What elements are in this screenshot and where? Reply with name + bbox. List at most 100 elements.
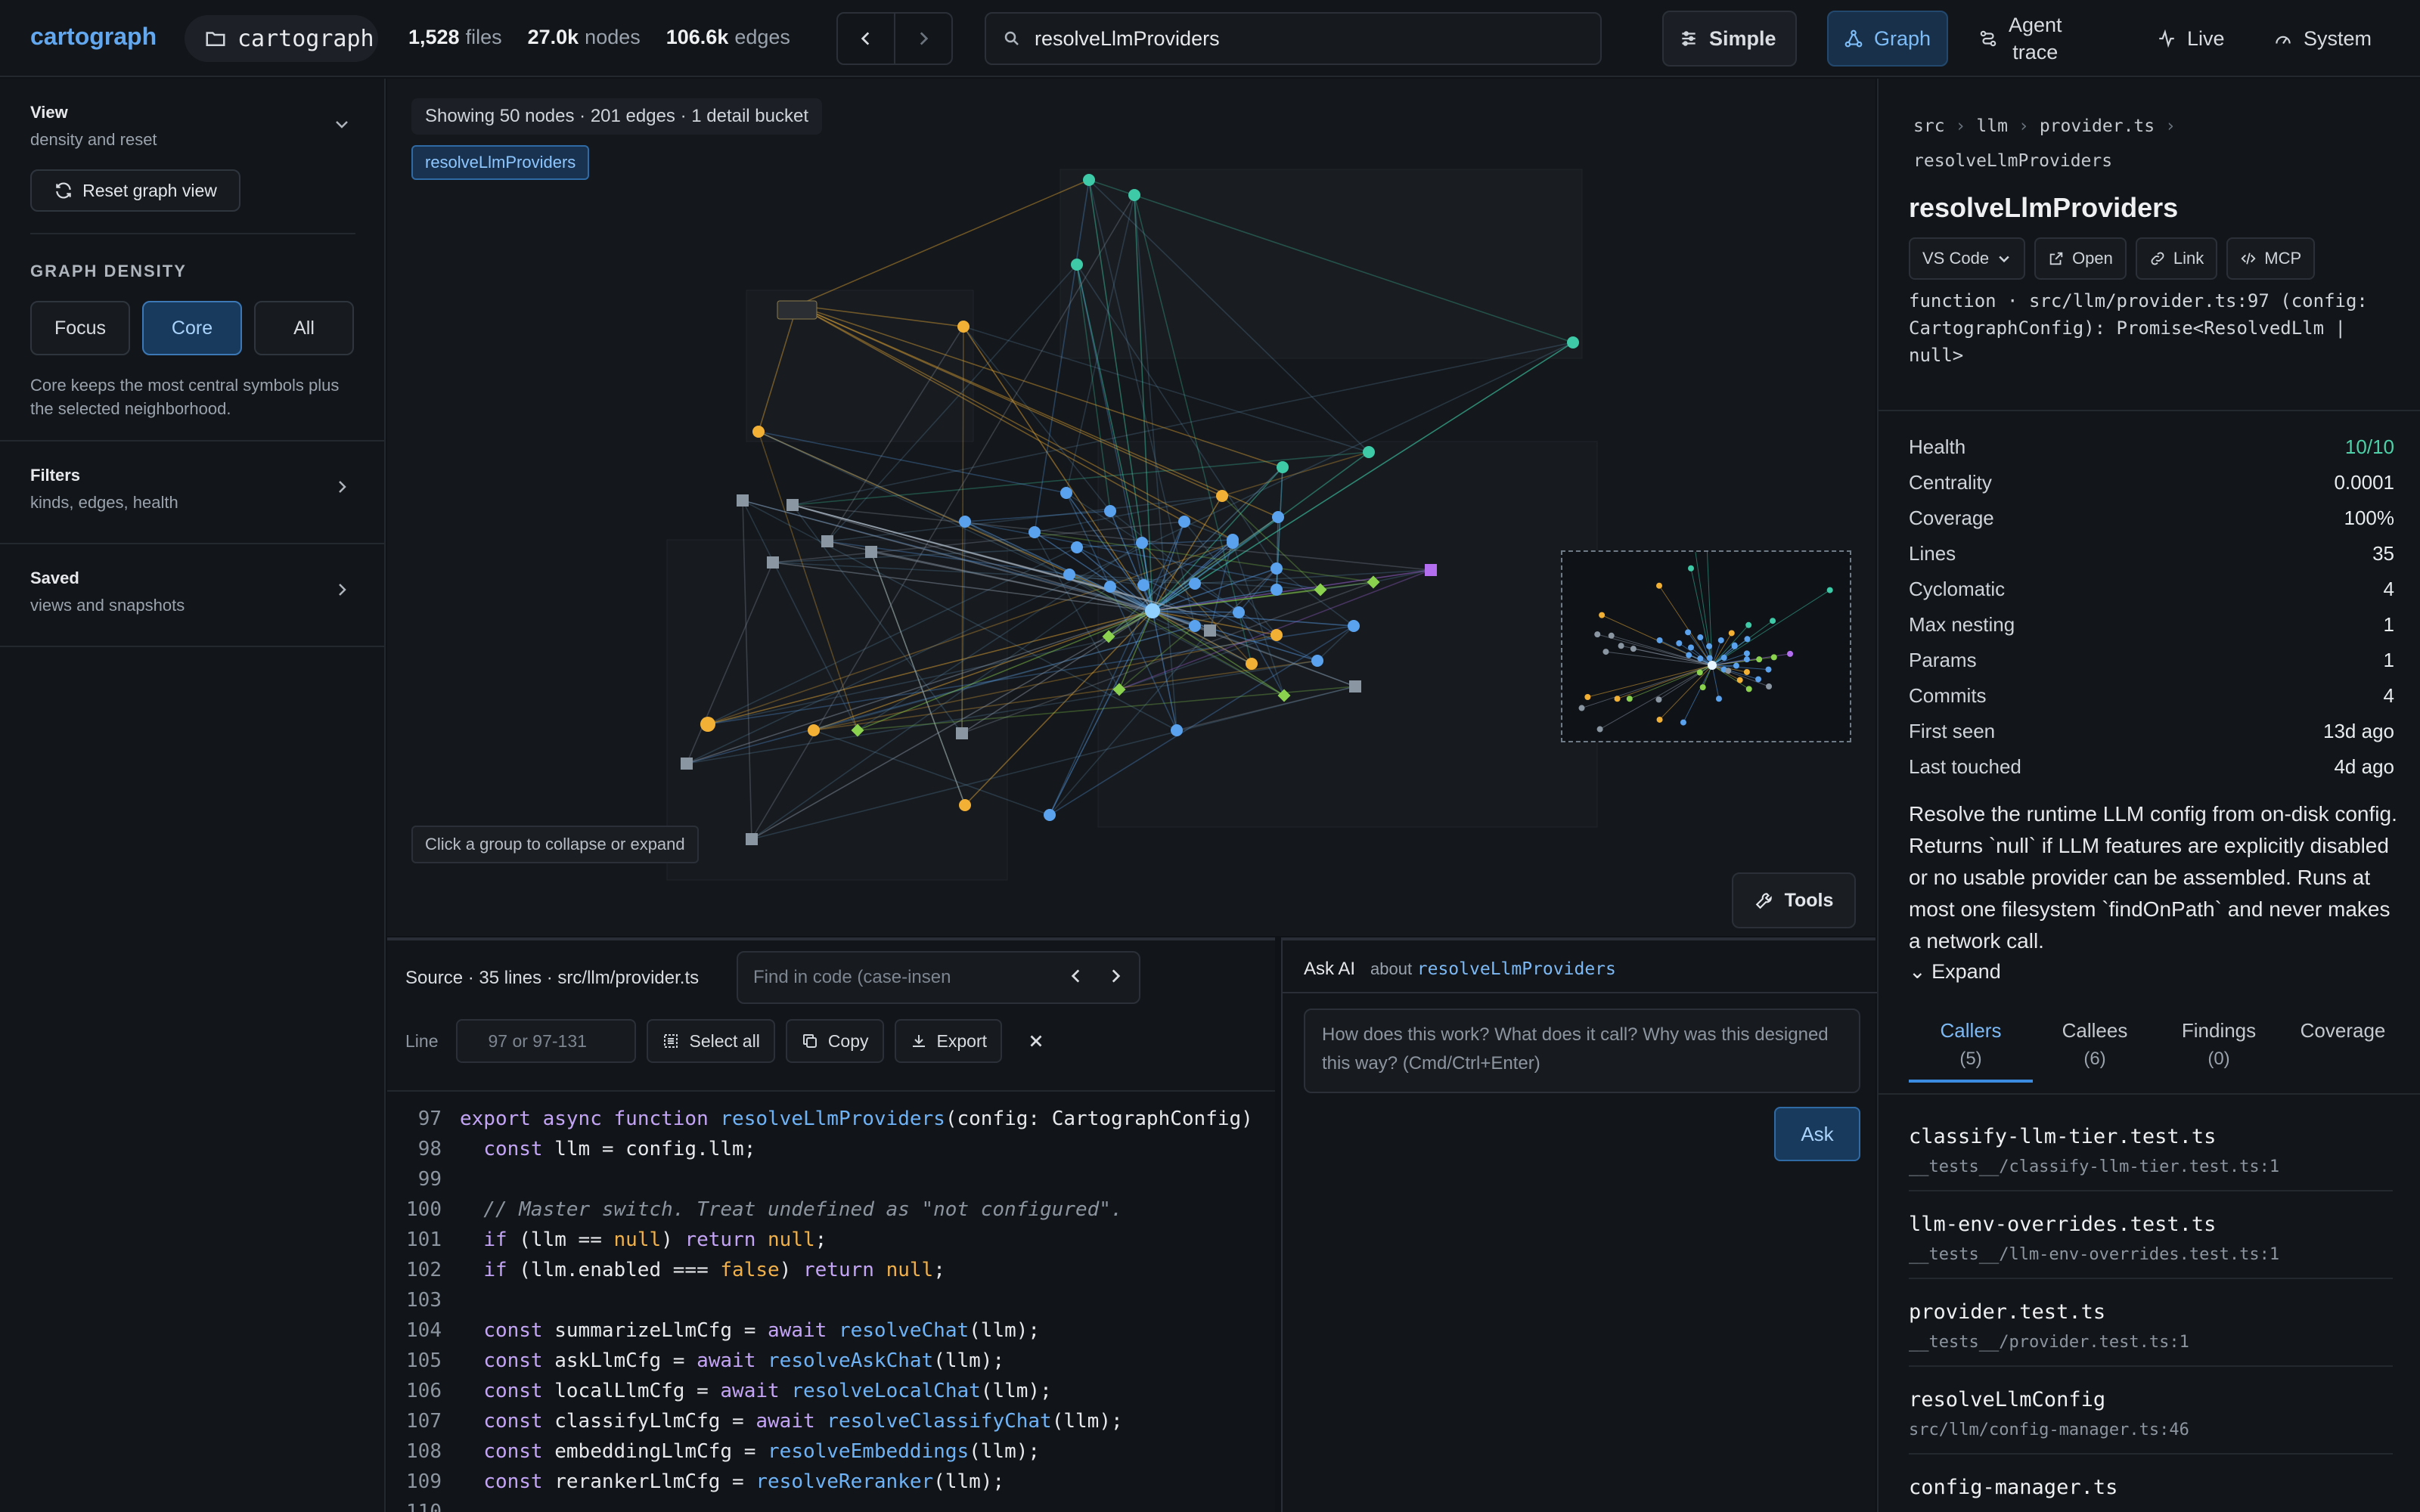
graph-node[interactable] [1216,490,1228,502]
breadcrumb-item[interactable]: resolveLlmProviders [1913,151,2112,171]
tab-callers[interactable]: Callers (5) [1909,1016,2033,1083]
export-button[interactable]: Export [894,1019,1002,1063]
code-line[interactable]: 104 const summarizeLlmCfg = await resolv… [387,1315,1275,1346]
graph-node[interactable] [821,535,833,547]
graph-node[interactable] [1349,680,1361,692]
graph-node[interactable] [1425,564,1437,576]
link-button[interactable]: Link [2135,237,2218,280]
copy-button[interactable]: Copy [785,1019,884,1063]
graph-node[interactable] [1227,537,1239,549]
graph-node[interactable] [767,556,779,569]
symbol-search[interactable]: resolveLlmProviders [985,12,1602,65]
graph-mode-button[interactable]: Graph [1827,11,1948,67]
graph-minimap[interactable] [1561,541,1851,742]
chevron-right-icon[interactable] [333,478,351,496]
tab-findings[interactable]: Findings (0) [2157,1016,2281,1083]
caller-item[interactable]: llm-env-overrides.test.ts __tests__/llm-e… [1909,1191,2393,1279]
graph-node[interactable] [1044,809,1056,821]
system-mode-button[interactable]: System [2258,11,2402,67]
graph-node[interactable] [1128,189,1140,201]
editor-select[interactable]: VS Code [1909,237,2026,280]
caller-item[interactable]: classify-llm-tier.test.ts __tests__/class… [1909,1104,2393,1191]
caller-item[interactable]: provider.test.ts __tests__/provider.test.… [1909,1279,2393,1367]
code-line[interactable]: 102 if (llm.enabled === false) return nu… [387,1255,1275,1285]
graph-canvas[interactable]: Showing 50 nodes · 201 edges · 1 detail … [387,79,1876,936]
find-in-code-input[interactable]: Find in code (case-insen [737,951,1140,1004]
graph-node[interactable] [1277,461,1289,473]
graph-node[interactable] [1311,655,1323,667]
mcp-button[interactable]: MCP [2226,237,2316,280]
graph-node[interactable] [1270,629,1283,641]
code-line[interactable]: 109 const rerankerLlmCfg = resolveRerank… [387,1467,1275,1497]
filters-section[interactable]: Filters kinds, edges, health [0,442,384,544]
code-line[interactable]: 98 const llm = config.llm; [387,1134,1275,1164]
search-input[interactable]: resolveLlmProviders [1035,27,1220,51]
simple-mode-button[interactable]: Simple [1662,11,1797,67]
graph-node[interactable] [746,833,758,845]
graph-node[interactable] [1171,724,1183,736]
breadcrumb-item[interactable]: llm [1976,116,2008,136]
graph-node[interactable] [865,546,877,558]
graph-node[interactable] [1060,487,1072,499]
graph-node[interactable] [1071,541,1083,553]
code-line[interactable]: 99 [387,1164,1275,1194]
select-all-button[interactable]: Select all [647,1019,775,1063]
code-line[interactable]: 107 const classifyLlmCfg = await resolve… [387,1406,1275,1436]
tab-coverage[interactable]: Coverage [2281,1016,2405,1083]
line-range-input[interactable]: 97 or 97-131 [456,1019,637,1063]
graph-node[interactable] [1567,336,1579,349]
graph-node[interactable] [1189,620,1201,632]
code-line[interactable]: 97 export async function resolveLlmProvid… [387,1104,1275,1134]
next-match-icon[interactable] [1106,966,1125,986]
graph-node[interactable] [959,799,971,811]
caller-item[interactable]: config-manager.ts [1909,1455,2393,1512]
graph-node[interactable] [1270,584,1283,596]
selected-graph-node[interactable] [1145,603,1160,618]
graph-node[interactable] [1363,446,1375,458]
code-line[interactable]: 106 const localLlmCfg = await resolveLoc… [387,1376,1275,1406]
chevron-down-icon[interactable] [333,115,351,133]
breadcrumb-item[interactable]: provider.ts [2040,116,2155,136]
density-all-button[interactable]: All [254,301,354,355]
graph-node[interactable] [1233,606,1245,618]
graph-node[interactable] [1136,537,1148,549]
code-line[interactable]: 105 const askLlmCfg = await resolveAskCh… [387,1346,1275,1376]
graph-node[interactable] [1137,579,1150,591]
live-mode-button[interactable]: Live [2142,11,2255,67]
graph-node[interactable] [700,717,715,732]
graph-svg[interactable] [387,79,1876,936]
open-button[interactable]: Open [2034,237,2127,280]
ask-button[interactable]: Ask [1774,1107,1860,1161]
graph-node[interactable] [1063,569,1075,581]
graph-node[interactable] [737,494,749,507]
app-brand[interactable]: cartograph [30,23,157,51]
group-box[interactable] [666,539,1008,881]
density-focus-button[interactable]: Focus [30,301,130,355]
graph-node[interactable] [1071,259,1083,271]
graph-node[interactable] [1204,624,1216,637]
prev-match-icon[interactable] [1066,966,1086,986]
chevron-right-icon[interactable] [333,581,351,599]
graph-node[interactable] [1028,526,1041,538]
ask-ai-question-input[interactable]: How does this work? What does it call? W… [1304,1009,1860,1093]
forward-button[interactable] [895,14,951,64]
repo-switcher[interactable]: cartograph [185,15,378,62]
saved-section[interactable]: Saved views and snapshots [0,544,384,647]
back-button[interactable] [838,14,895,64]
expand-description-button[interactable]: ⌄ Expand [1909,960,2001,984]
close-icon[interactable] [1026,1031,1046,1051]
graph-node[interactable] [808,724,820,736]
code-line[interactable]: 103 [387,1285,1275,1315]
graph-node[interactable] [1178,516,1190,528]
code-line[interactable]: 100 // Master switch. Treat undefined as… [387,1194,1275,1225]
graph-node[interactable] [957,321,970,333]
view-title[interactable]: View [30,103,354,122]
caller-item[interactable]: resolveLlmConfig src/llm/config-manager.t… [1909,1367,2393,1455]
graph-node[interactable] [1189,578,1201,590]
graph-node[interactable] [1104,505,1116,517]
graph-node[interactable] [1246,658,1258,670]
minimap-svg[interactable] [1562,541,1850,741]
tab-callees[interactable]: Callees (6) [2033,1016,2157,1083]
graph-node[interactable] [956,727,968,739]
code-line[interactable]: 108 const embeddingLlmCfg = resolveEmbed… [387,1436,1275,1467]
